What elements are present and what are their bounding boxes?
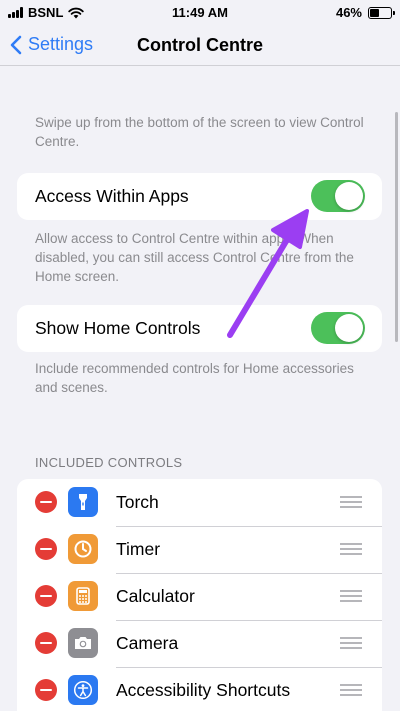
- chevron-left-icon: [10, 35, 22, 54]
- show-home-controls-label: Show Home Controls: [35, 318, 201, 338]
- toggle-knob: [335, 314, 363, 342]
- access-within-apps-row[interactable]: Access Within Apps: [17, 173, 382, 220]
- remove-button[interactable]: [35, 585, 57, 607]
- reorder-handle-icon[interactable]: [340, 684, 362, 696]
- control-label: Timer: [116, 539, 161, 559]
- control-row-timer: Timer: [17, 526, 382, 573]
- navigation-bar: Settings Control Centre: [0, 26, 400, 66]
- remove-button[interactable]: [35, 632, 57, 654]
- remove-button[interactable]: [35, 538, 57, 560]
- scroll-indicator: [395, 112, 398, 342]
- reorder-handle-icon[interactable]: [340, 543, 362, 555]
- accessibility-icon: [68, 675, 98, 705]
- control-row-camera: Camera: [17, 620, 382, 667]
- timer-icon: [68, 534, 98, 564]
- control-row-torch: Torch: [17, 479, 382, 526]
- reorder-handle-icon[interactable]: [340, 590, 362, 602]
- reorder-handle-icon[interactable]: [340, 637, 362, 649]
- back-label[interactable]: Settings: [28, 34, 93, 55]
- control-label: Accessibility Shortcuts: [116, 680, 291, 700]
- show-home-controls-toggle[interactable]: [311, 312, 365, 344]
- control-row-accessibility-shortcuts: Accessibility Shortcuts: [17, 667, 382, 711]
- status-bar: BSNL 11:49 AM 46%: [0, 0, 400, 26]
- show-home-controls-note: Include recommended controls for Home ac…: [35, 361, 354, 395]
- control-label: Torch: [116, 492, 159, 512]
- toggle-knob: [335, 182, 363, 210]
- back-button[interactable]: Settings: [10, 34, 93, 55]
- camera-icon: [68, 628, 98, 658]
- access-within-apps-label: Access Within Apps: [35, 186, 189, 206]
- battery-icon: [368, 6, 395, 19]
- control-row-calculator: Calculator: [17, 573, 382, 620]
- remove-button[interactable]: [35, 491, 57, 513]
- access-within-apps-toggle[interactable]: [311, 180, 365, 212]
- included-controls-header: INCLUDED CONTROLS: [35, 455, 183, 470]
- control-label: Calculator: [116, 586, 195, 606]
- show-home-controls-row[interactable]: Show Home Controls: [17, 305, 382, 352]
- access-within-apps-note: Allow access to Control Centre within ap…: [35, 231, 354, 284]
- flashlight-icon: [68, 487, 98, 517]
- included-controls-list: Torch Timer Calculator Camera Accessibil…: [17, 479, 382, 711]
- intro-note: Swipe up from the bottom of the screen t…: [35, 115, 364, 149]
- battery-percent: 46%: [335, 5, 362, 20]
- control-label: Camera: [116, 633, 179, 653]
- calculator-icon: [68, 581, 98, 611]
- status-right: 46%: [335, 5, 395, 20]
- remove-button[interactable]: [35, 679, 57, 701]
- reorder-handle-icon[interactable]: [340, 496, 362, 508]
- battery-fill: [370, 8, 380, 17]
